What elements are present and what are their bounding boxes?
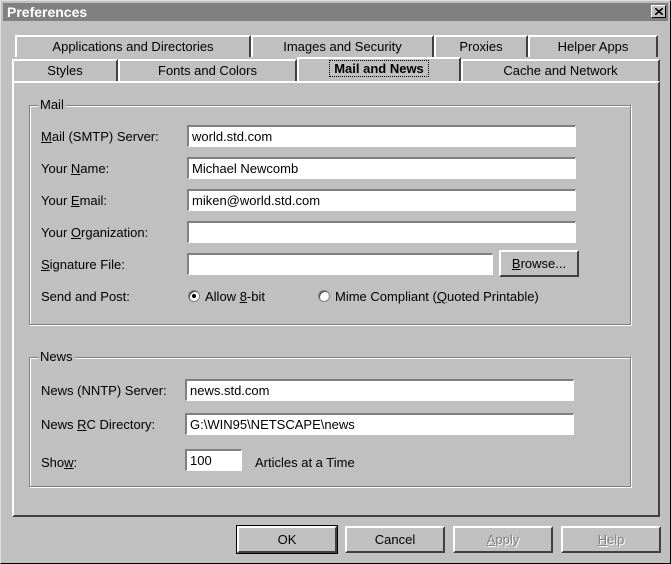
tab-styles[interactable]: Styles: [12, 59, 118, 81]
close-button[interactable]: [651, 5, 666, 18]
browse-button[interactable]: Browse...: [499, 250, 579, 277]
smtp-server-input[interactable]: world.std.com: [187, 125, 576, 147]
tab-applications-and-directories[interactable]: Applications and Directories: [15, 35, 251, 57]
signature-file-input[interactable]: [187, 253, 493, 275]
tab-proxies[interactable]: Proxies: [434, 35, 528, 57]
news-rc-directory-input[interactable]: G:\WIN95\NETSCAPE\news: [185, 413, 574, 435]
mime-compliant-radio[interactable]: [318, 290, 330, 302]
news-rc-directory-label: News RC Directory:: [41, 417, 156, 432]
mail-group-title: Mail: [38, 97, 66, 112]
close-icon: [655, 8, 663, 15]
ok-button[interactable]: OK: [236, 525, 338, 554]
your-name-input[interactable]: Michael Newcomb: [187, 157, 576, 179]
send-and-post-label: Send and Post:: [41, 289, 130, 304]
tab-label: Styles: [47, 63, 83, 78]
cancel-button[interactable]: Cancel: [345, 526, 445, 553]
your-name-label: Your Name:: [41, 161, 110, 176]
tab-label: Applications and Directories: [52, 39, 214, 54]
preferences-dialog: Preferences Applications and Directories…: [0, 0, 671, 564]
news-group-title: News: [38, 349, 75, 364]
tab-cache-and-network[interactable]: Cache and Network: [461, 59, 660, 81]
allow-8bit-label[interactable]: Allow 8-bit: [205, 289, 265, 304]
tab-mail-and-news[interactable]: Mail and News: [297, 57, 461, 81]
your-email-label: Your Email:: [41, 193, 108, 208]
window-title: Preferences: [7, 4, 88, 20]
title-bar[interactable]: Preferences: [3, 3, 668, 21]
tab-label: Images and Security: [283, 39, 402, 54]
smtp-server-label: Mail (SMTP) Server:: [41, 129, 159, 144]
news-server-label: News (NNTP) Server:: [41, 383, 167, 398]
articles-count-input[interactable]: 100: [185, 449, 242, 471]
tab-helper-apps[interactable]: Helper Apps: [528, 35, 658, 57]
tab-panel-mail-and-news: Mail Mail (SMTP) Server: world.std.com Y…: [12, 81, 660, 517]
apply-button[interactable]: Apply: [453, 526, 553, 553]
tab-label: Helper Apps: [557, 39, 629, 54]
help-button[interactable]: Help: [561, 526, 661, 553]
your-email-input[interactable]: miken@world.std.com: [187, 189, 576, 211]
articles-suffix-label: Articles at a Time: [255, 455, 355, 470]
tab-images-and-security[interactable]: Images and Security: [251, 35, 434, 57]
tab-label: Mail and News: [329, 60, 429, 77]
your-organization-label: Your Organization:: [41, 225, 149, 240]
allow-8bit-radio[interactable]: [188, 290, 200, 302]
news-server-input[interactable]: news.std.com: [185, 379, 574, 401]
radio-selected-dot: [192, 294, 196, 298]
tab-label: Fonts and Colors: [158, 63, 257, 78]
mime-compliant-label[interactable]: Mime Compliant (Quoted Printable): [335, 289, 539, 304]
signature-file-label: Signature File:: [41, 257, 125, 272]
show-label: Show:: [41, 455, 78, 470]
tab-label: Cache and Network: [503, 63, 618, 78]
tab-label: Proxies: [459, 39, 503, 54]
tab-fonts-and-colors[interactable]: Fonts and Colors: [118, 59, 297, 81]
your-organization-input[interactable]: [187, 221, 576, 243]
